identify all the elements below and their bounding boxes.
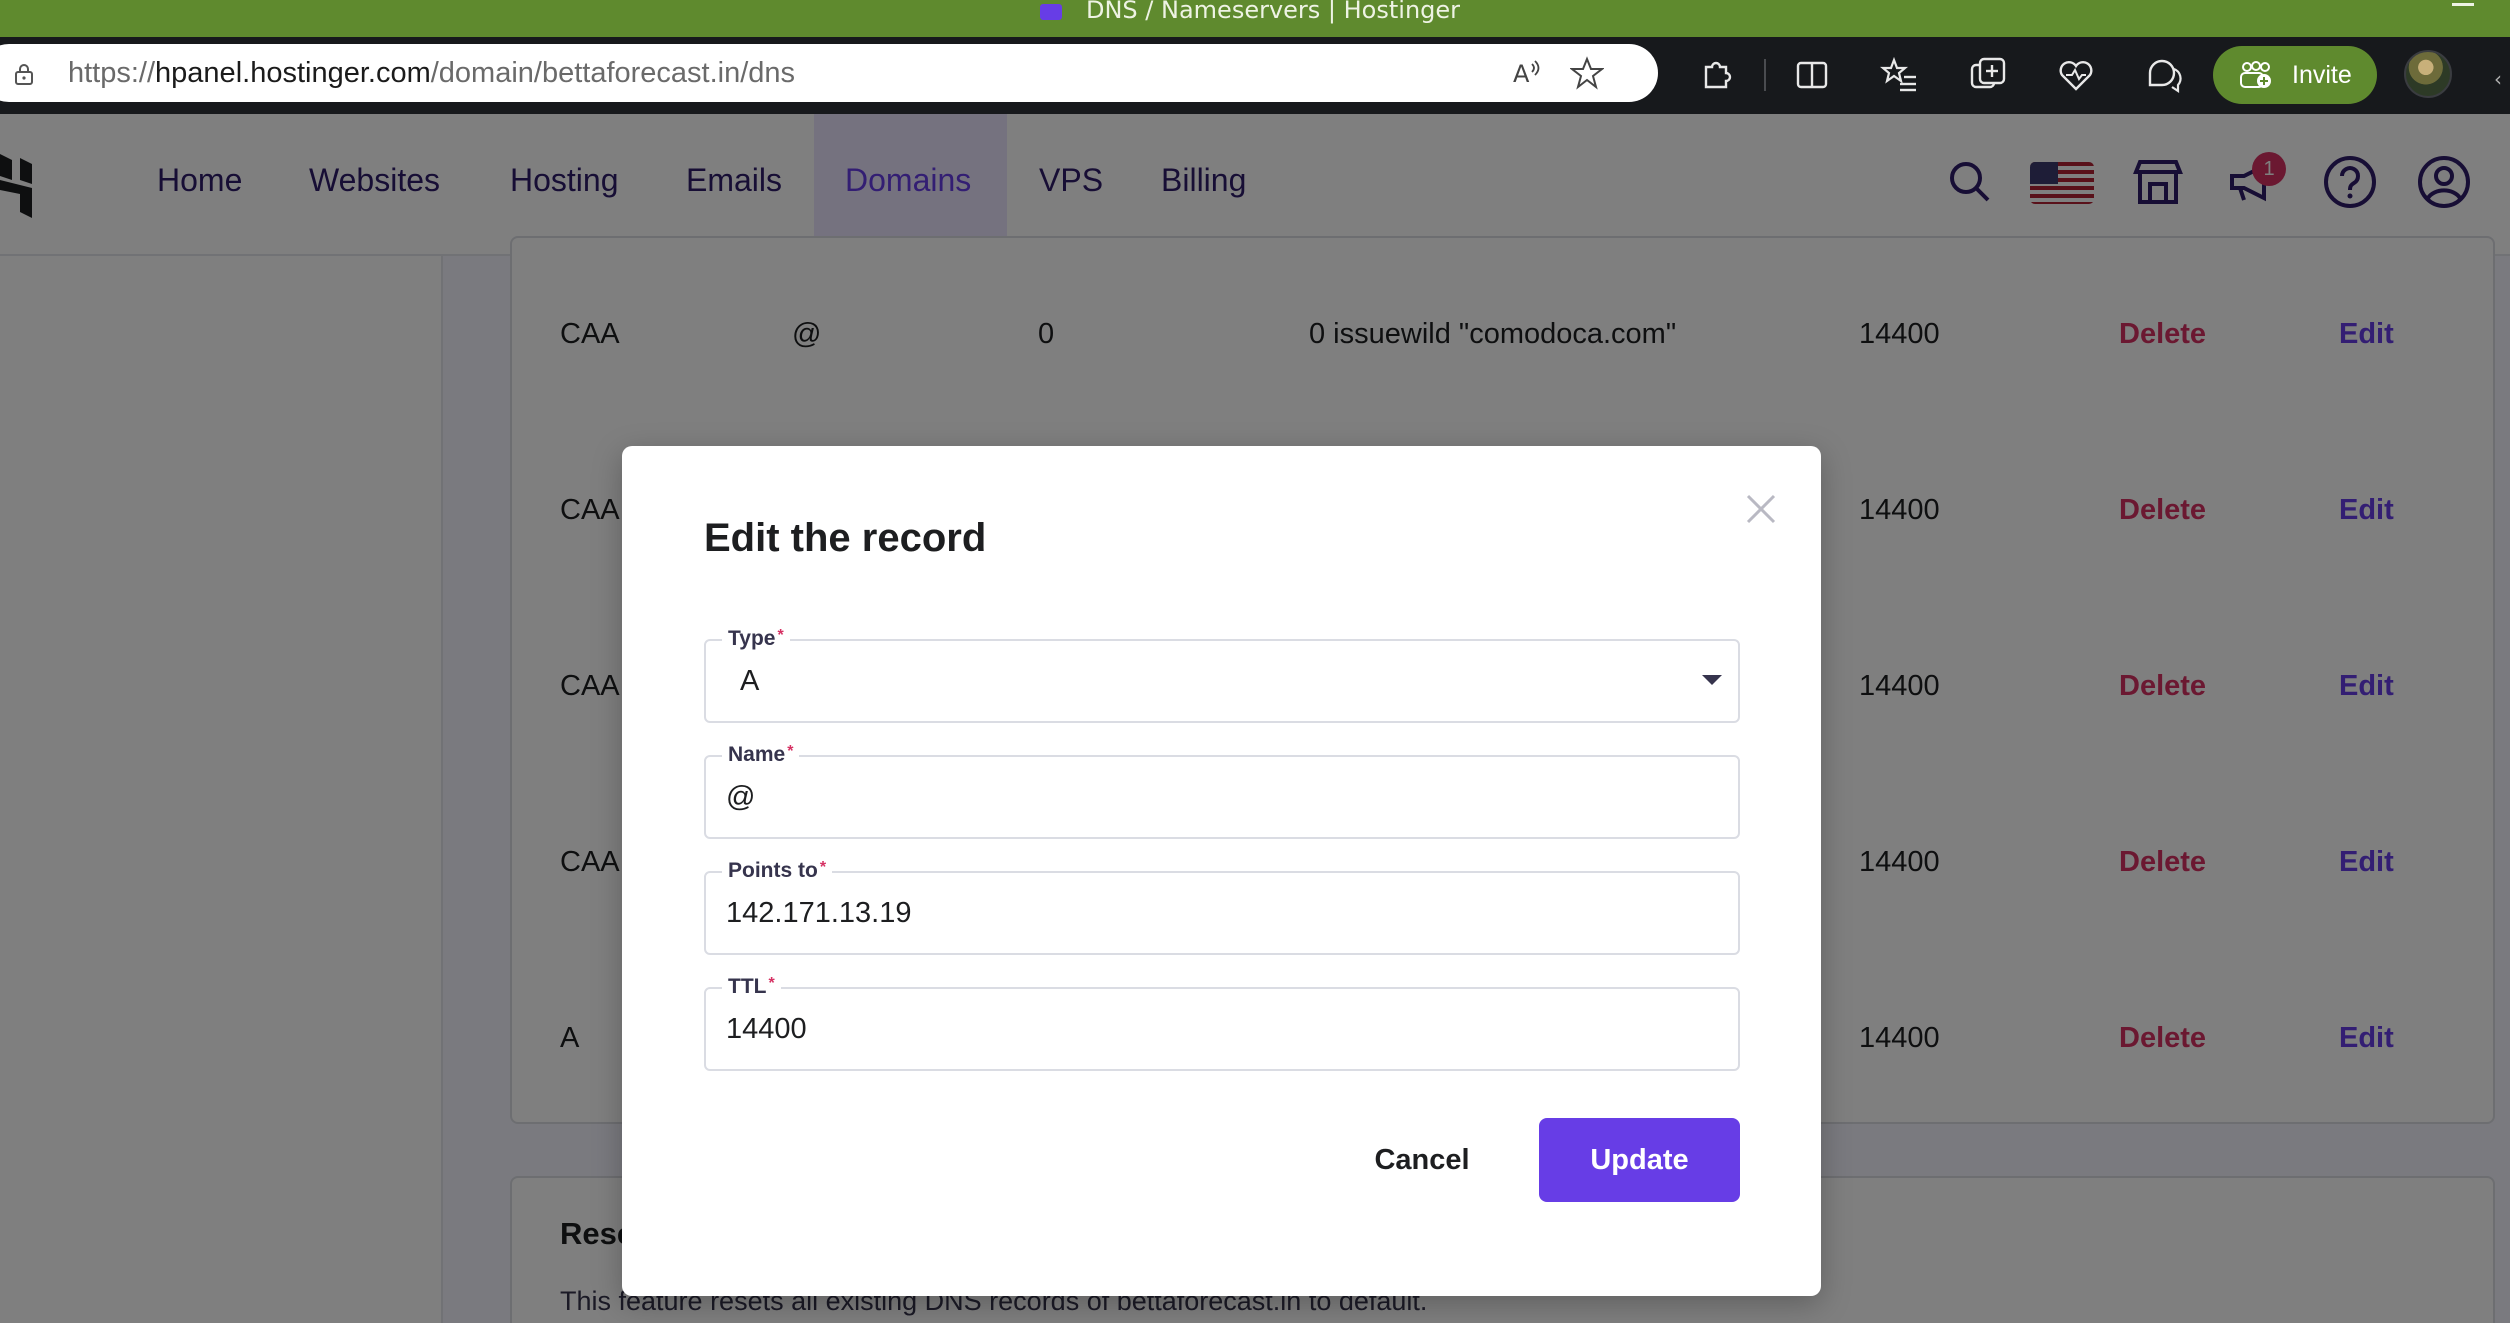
split-screen-icon[interactable]	[1792, 55, 1832, 95]
dialog-title: Edit the record	[704, 516, 987, 560]
chevron-left-icon[interactable]: ‹	[2494, 67, 2502, 91]
read-aloud-icon[interactable]: A	[1510, 56, 1544, 90]
required-mark: *	[819, 859, 827, 876]
cancel-button[interactable]: Cancel	[1335, 1118, 1509, 1202]
edit-record-dialog: Edit the record Type * A Name * @ Points t…	[622, 446, 1821, 1296]
toolbar-separator	[1764, 59, 1766, 91]
name-label-text: Name	[728, 743, 786, 766]
points-to-value[interactable]: 142.171.13.19	[726, 897, 1686, 930]
window-title: DNS / Nameservers | Hostinger	[1086, 0, 1461, 24]
caret-down-icon[interactable]	[1702, 675, 1722, 685]
window-title-bar: DNS / Nameservers | Hostinger	[0, 0, 2510, 37]
points-to-label-text: Points to	[728, 859, 818, 882]
required-mark: *	[787, 743, 794, 760]
minimize-icon[interactable]	[2452, 3, 2474, 6]
hostinger-tab-icon	[1040, 4, 1062, 20]
points-to-field[interactable]: Points to * 142.171.13.19	[704, 859, 1740, 955]
name-label: Name *	[722, 743, 800, 767]
required-mark: *	[768, 975, 775, 992]
ttl-value[interactable]: 14400	[726, 1013, 1686, 1046]
type-value: A	[740, 665, 760, 697]
url-prefix: https://	[68, 57, 156, 89]
required-mark: *	[777, 627, 784, 644]
people-add-icon	[2240, 61, 2271, 88]
url-text[interactable]: https://hpanel.hostinger.com/domain/bett…	[68, 57, 795, 90]
copilot-icon[interactable]	[2144, 55, 2184, 95]
url-host: hpanel.hostinger.com	[155, 57, 431, 89]
lock-icon[interactable]	[14, 63, 34, 85]
browser-toolbar: https://hpanel.hostinger.com/domain/bett…	[0, 37, 2510, 114]
ttl-label: TTL *	[722, 975, 781, 999]
invite-label: Invite	[2292, 61, 2352, 89]
invite-button[interactable]: Invite	[2213, 46, 2377, 104]
points-to-label: Points to *	[722, 859, 833, 883]
extensions-icon[interactable]	[1696, 55, 1736, 95]
favorites-icon[interactable]	[1880, 55, 1920, 95]
type-label: Type *	[722, 627, 790, 651]
name-value[interactable]: @	[726, 781, 1686, 814]
type-select[interactable]: Type * A	[704, 627, 1740, 723]
address-bar[interactable]: https://hpanel.hostinger.com/domain/bett…	[0, 44, 1658, 102]
svg-text:A: A	[1513, 60, 1530, 88]
ttl-field[interactable]: TTL * 14400	[704, 975, 1740, 1071]
type-label-text: Type	[728, 627, 776, 650]
close-icon[interactable]	[1744, 492, 1778, 526]
favorite-star-icon[interactable]	[1570, 56, 1604, 90]
url-path: /domain/bettaforecast.in/dns	[430, 57, 796, 89]
name-field[interactable]: Name * @	[704, 743, 1740, 839]
profile-avatar[interactable]	[2404, 50, 2452, 98]
collections-icon[interactable]	[1968, 55, 2008, 95]
browser-essentials-icon[interactable]	[2056, 55, 2096, 95]
ttl-label-text: TTL	[728, 975, 767, 998]
update-button[interactable]: Update	[1539, 1118, 1740, 1202]
